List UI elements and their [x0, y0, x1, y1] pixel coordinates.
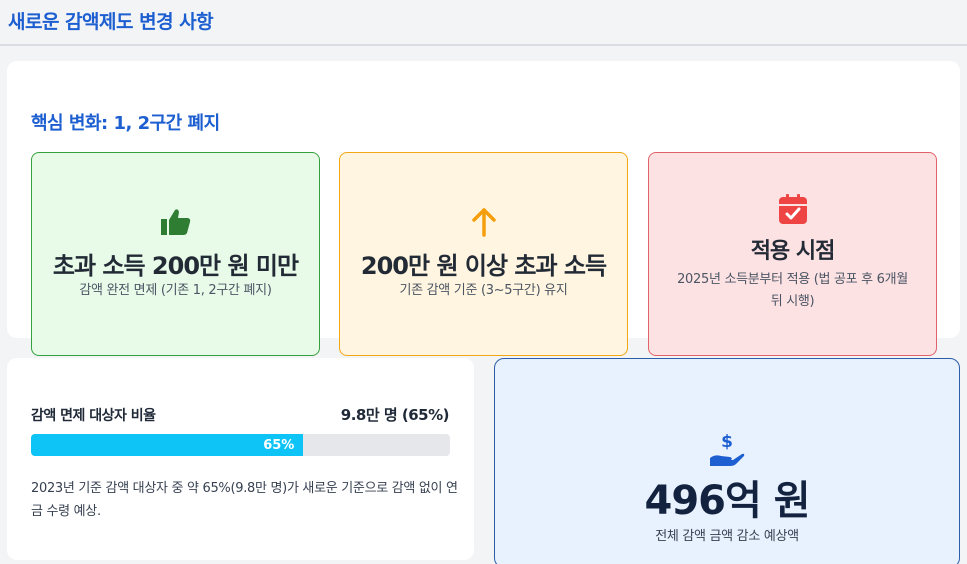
ratio-value: 9.8만 명 (65%) — [340, 406, 450, 424]
exemption-ratio-panel — [7, 358, 474, 560]
progress-bar: 65% — [31, 434, 450, 456]
card-title: 200만 원 이상 초과 소득 — [360, 252, 607, 280]
card-title: 적용 시점 — [750, 239, 836, 264]
ratio-label: 감액 면제 대상자 비율 — [31, 408, 156, 424]
ratio-note: 2023년 기준 감액 대상자 중 약 65%(9.8만 명)가 새로운 기준으… — [31, 481, 458, 519]
total-value: 496억 원 — [644, 478, 810, 524]
thumbs-up-icon — [32, 207, 319, 237]
card-title: 초과 소득 200만 원 미만 — [52, 252, 299, 280]
card-description: 감액 완전 면제 (기존 1, 2구간 폐지) — [79, 283, 272, 298]
page-title: 새로운 감액제도 변경 사항 — [8, 11, 214, 33]
total-caption: 전체 감액 금액 감소 예상액 — [655, 529, 799, 544]
progress-fill: 65% — [31, 434, 304, 456]
calendar-check-icon — [649, 193, 936, 224]
card-income-under-2m: 초과 소득 200만 원 미만 감액 완전 면제 (기존 1, 2구간 폐지) — [31, 152, 320, 356]
svg-text:$: $ — [721, 432, 733, 452]
card-effective-date: 적용 시점 2025년 소득분부터 적용 (법 공포 후 6개월 뒤 시행) — [648, 152, 937, 356]
card-description: 2025년 소득분부터 적용 (법 공포 후 6개월 뒤 시행) — [677, 272, 908, 309]
card-income-over-2m: 200만 원 이상 초과 소득 기존 감액 기준 (3~5구간) 유지 — [339, 152, 628, 356]
card-description: 기존 감액 기준 (3~5구간) 유지 — [399, 283, 568, 298]
page-header: 새로운 감액제도 변경 사항 — [0, 0, 967, 46]
section-title: 핵심 변화: 1, 2구간 폐지 — [31, 113, 220, 134]
arrow-up-icon — [340, 207, 627, 237]
hand-dollar-icon: $ — [707, 430, 747, 470]
